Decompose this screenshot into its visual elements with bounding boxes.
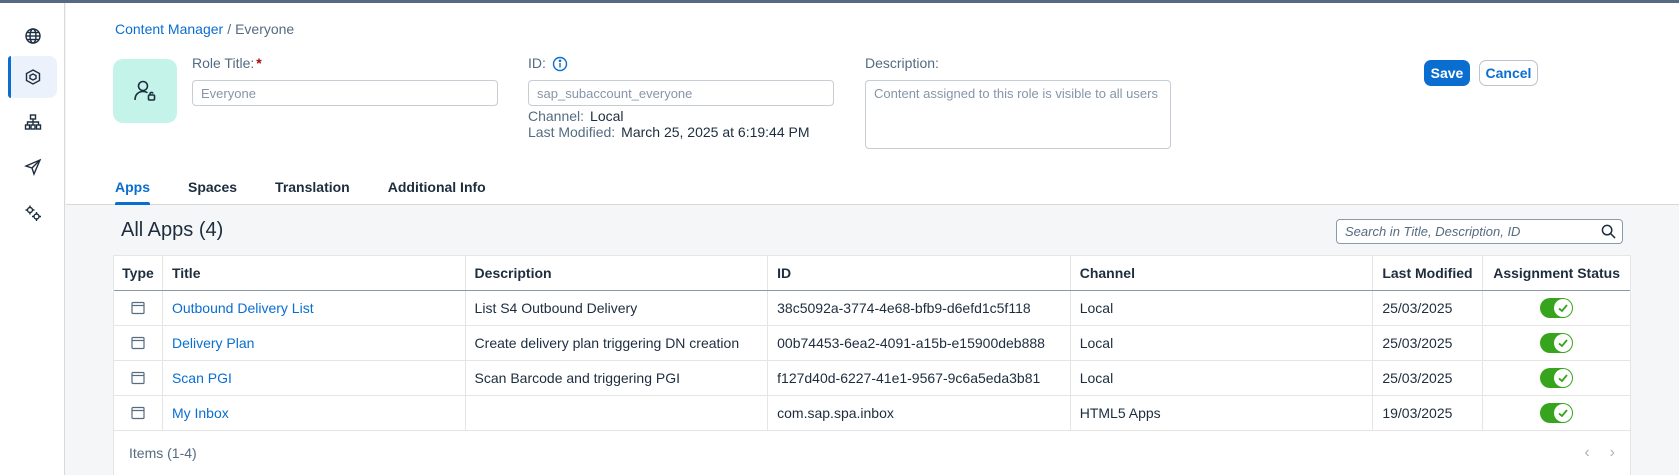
tab-additional-info[interactable]: Additional Info [388,169,486,205]
apps-search-input[interactable]: Search in Title, Description, ID [1336,219,1623,244]
app-channel: HTML5 Apps [1071,396,1374,430]
checkmark-icon [1558,304,1568,313]
apps-table: Type Title Description ID Channel Last M… [113,255,1631,475]
items-count: Items (1-4) [129,445,197,461]
app-last-modified: 25/03/2025 [1373,291,1484,325]
user-role-icon [134,80,156,101]
save-button[interactable]: Save [1424,60,1470,86]
app-tile-icon [131,371,145,385]
table-header-row: Type Title Description ID Channel Last M… [114,256,1630,291]
app-id: com.sap.spa.inbox [768,396,1071,430]
side-navigation [0,3,65,475]
sidebar-item-launch[interactable] [8,146,57,188]
info-icon[interactable] [552,56,568,72]
checkmark-icon [1558,409,1568,418]
column-header-type[interactable]: Type [114,256,163,290]
tab-translation[interactable]: Translation [275,169,350,205]
id-input[interactable]: sap_subaccount_everyone [528,80,834,106]
description-textarea[interactable]: Content assigned to this role is visible… [865,80,1171,149]
app-last-modified: 25/03/2025 [1373,361,1484,395]
app-description: List S4 Outbound Delivery [466,291,769,325]
checkmark-icon [1558,374,1568,383]
role-title-label: Role Title: * [192,55,262,71]
app-type-cell [114,361,163,395]
breadcrumb-separator: / [227,21,232,37]
search-placeholder: Search in Title, Description, ID [1345,224,1521,239]
description-label: Description: [865,55,939,71]
table-footer: Items (1-4) ‹ › [114,431,1630,475]
breadcrumb-link-content-manager[interactable]: Content Manager [115,21,223,37]
assignment-status-cell [1483,326,1630,360]
assignment-status-cell [1483,396,1630,430]
chevron-right-icon[interactable]: › [1610,444,1615,462]
app-type-cell [114,396,163,430]
app-title-link[interactable]: Outbound Delivery List [163,291,466,325]
app-id: 38c5092a-3774-4e68-bfb9-d6efd1c5f118 [768,291,1071,325]
sidebar-item-settings[interactable] [8,192,57,234]
assignment-toggle[interactable] [1540,333,1574,353]
app-tile-icon [131,336,145,350]
app-type-cell [114,291,163,325]
last-modified-info: Last Modified: March 25, 2025 at 6:19:44 … [528,124,810,140]
assignment-toggle[interactable] [1540,298,1574,318]
breadcrumb: Content Manager / Everyone [115,21,294,37]
table-row: Scan PGI Scan Barcode and triggering PGI… [114,361,1630,396]
id-label: ID: [528,55,568,72]
app-channel: Local [1071,361,1374,395]
app-description: Create delivery plan triggering DN creat… [466,326,769,360]
hierarchy-icon [24,114,41,130]
app-type-cell [114,326,163,360]
sidebar-item-content-manager[interactable] [8,56,57,98]
breadcrumb-current: Everyone [235,21,295,37]
cancel-button[interactable]: Cancel [1479,60,1538,86]
column-header-id[interactable]: ID [768,256,1071,290]
apps-section-title: All Apps (4) [121,219,224,241]
checkmark-icon [1558,339,1568,348]
column-header-assignment-status[interactable]: Assignment Status [1483,256,1630,290]
table-row: Outbound Delivery List List S4 Outbound … [114,291,1630,326]
globe-icon [24,28,41,44]
app-title-link[interactable]: Delivery Plan [163,326,466,360]
assignment-toggle[interactable] [1540,403,1574,423]
app-channel: Local [1071,326,1374,360]
role-title-input[interactable]: Everyone [192,80,498,106]
tab-bar: Apps Spaces Translation Additional Info [115,169,524,205]
app-id: 00b74453-6ea2-4091-a15b-e15900deb888 [768,326,1071,360]
settings-gears-icon [25,205,41,221]
assignment-toggle[interactable] [1540,368,1574,388]
app-description: Scan Barcode and triggering PGI [466,361,769,395]
app-id: f127d40d-6227-41e1-9567-9c6a5eda3b81 [768,361,1071,395]
sidebar-item-hierarchy[interactable] [8,101,57,143]
app-last-modified: 25/03/2025 [1373,326,1484,360]
app-last-modified: 19/03/2025 [1373,396,1484,430]
last-modified-value: March 25, 2025 at 6:19:44 PM [621,124,810,140]
column-header-last-modified[interactable]: Last Modified [1373,256,1484,290]
chevron-left-icon[interactable]: ‹ [1584,444,1589,462]
column-header-title[interactable]: Title [163,256,466,290]
app-title-link[interactable]: Scan PGI [163,361,466,395]
paper-plane-icon [23,158,41,176]
pagination: ‹ › [1584,444,1615,462]
app-description [466,396,769,430]
app-tile-icon [131,406,145,420]
cube-icon [25,69,40,85]
channel-value: Local [590,108,624,124]
app-channel: Local [1071,291,1374,325]
assignment-status-cell [1483,291,1630,325]
sidebar-item-websites[interactable] [8,15,57,57]
table-row: Delivery Plan Create delivery plan trigg… [114,326,1630,361]
app-title-link[interactable]: My Inbox [163,396,466,430]
assignment-status-cell [1483,361,1630,395]
required-marker: * [256,55,262,71]
channel-info: Channel: Local [528,108,624,124]
column-header-channel[interactable]: Channel [1071,256,1374,290]
app-tile-icon [131,301,145,315]
role-avatar [113,59,177,123]
tab-apps[interactable]: Apps [115,169,150,205]
object-header: Content Manager / Everyone Role Title: * Ev… [66,3,1679,205]
search-icon[interactable] [1601,224,1616,239]
table-row: My Inbox com.sap.spa.inbox HTML5 Apps 19… [114,396,1630,431]
column-header-description[interactable]: Description [466,256,769,290]
tab-spaces[interactable]: Spaces [188,169,237,205]
